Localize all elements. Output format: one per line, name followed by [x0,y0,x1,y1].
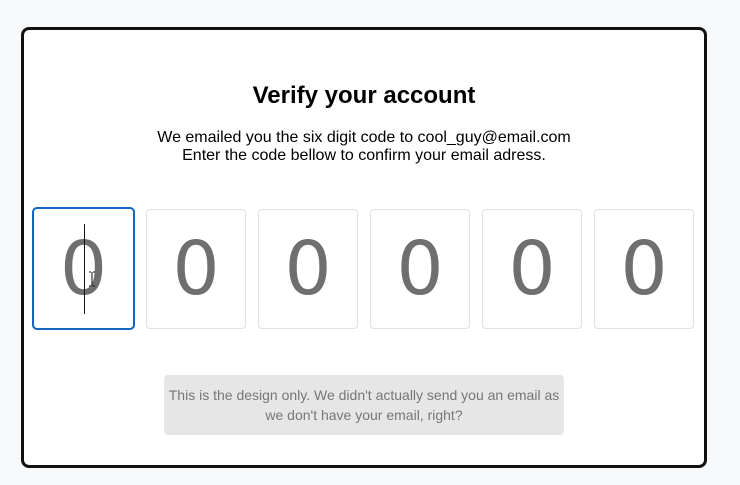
demo-notice-line-1: This is the design only. We didn't actua… [168,387,560,403]
text-cursor-icon [89,271,95,287]
demo-notice-line-2: we don't have your email, right? [265,407,463,423]
code-digit-input-6[interactable] [594,209,694,329]
code-digit-input-5[interactable] [482,209,582,329]
code-digit-input-3[interactable] [258,209,358,329]
code-digit-input-4[interactable] [370,209,470,329]
demo-notice: This is the design only. We didn't actua… [164,375,564,435]
instructions: We emailed you the six digit code to coo… [24,129,704,165]
instructions-line-email: We emailed you the six digit code to coo… [157,129,571,146]
text-caret [84,224,85,314]
page-title: Verify your account [252,82,476,109]
code-digit-input-2[interactable] [146,209,246,329]
instructions-line-confirm: Enter the code bellow to confirm your em… [182,147,546,164]
